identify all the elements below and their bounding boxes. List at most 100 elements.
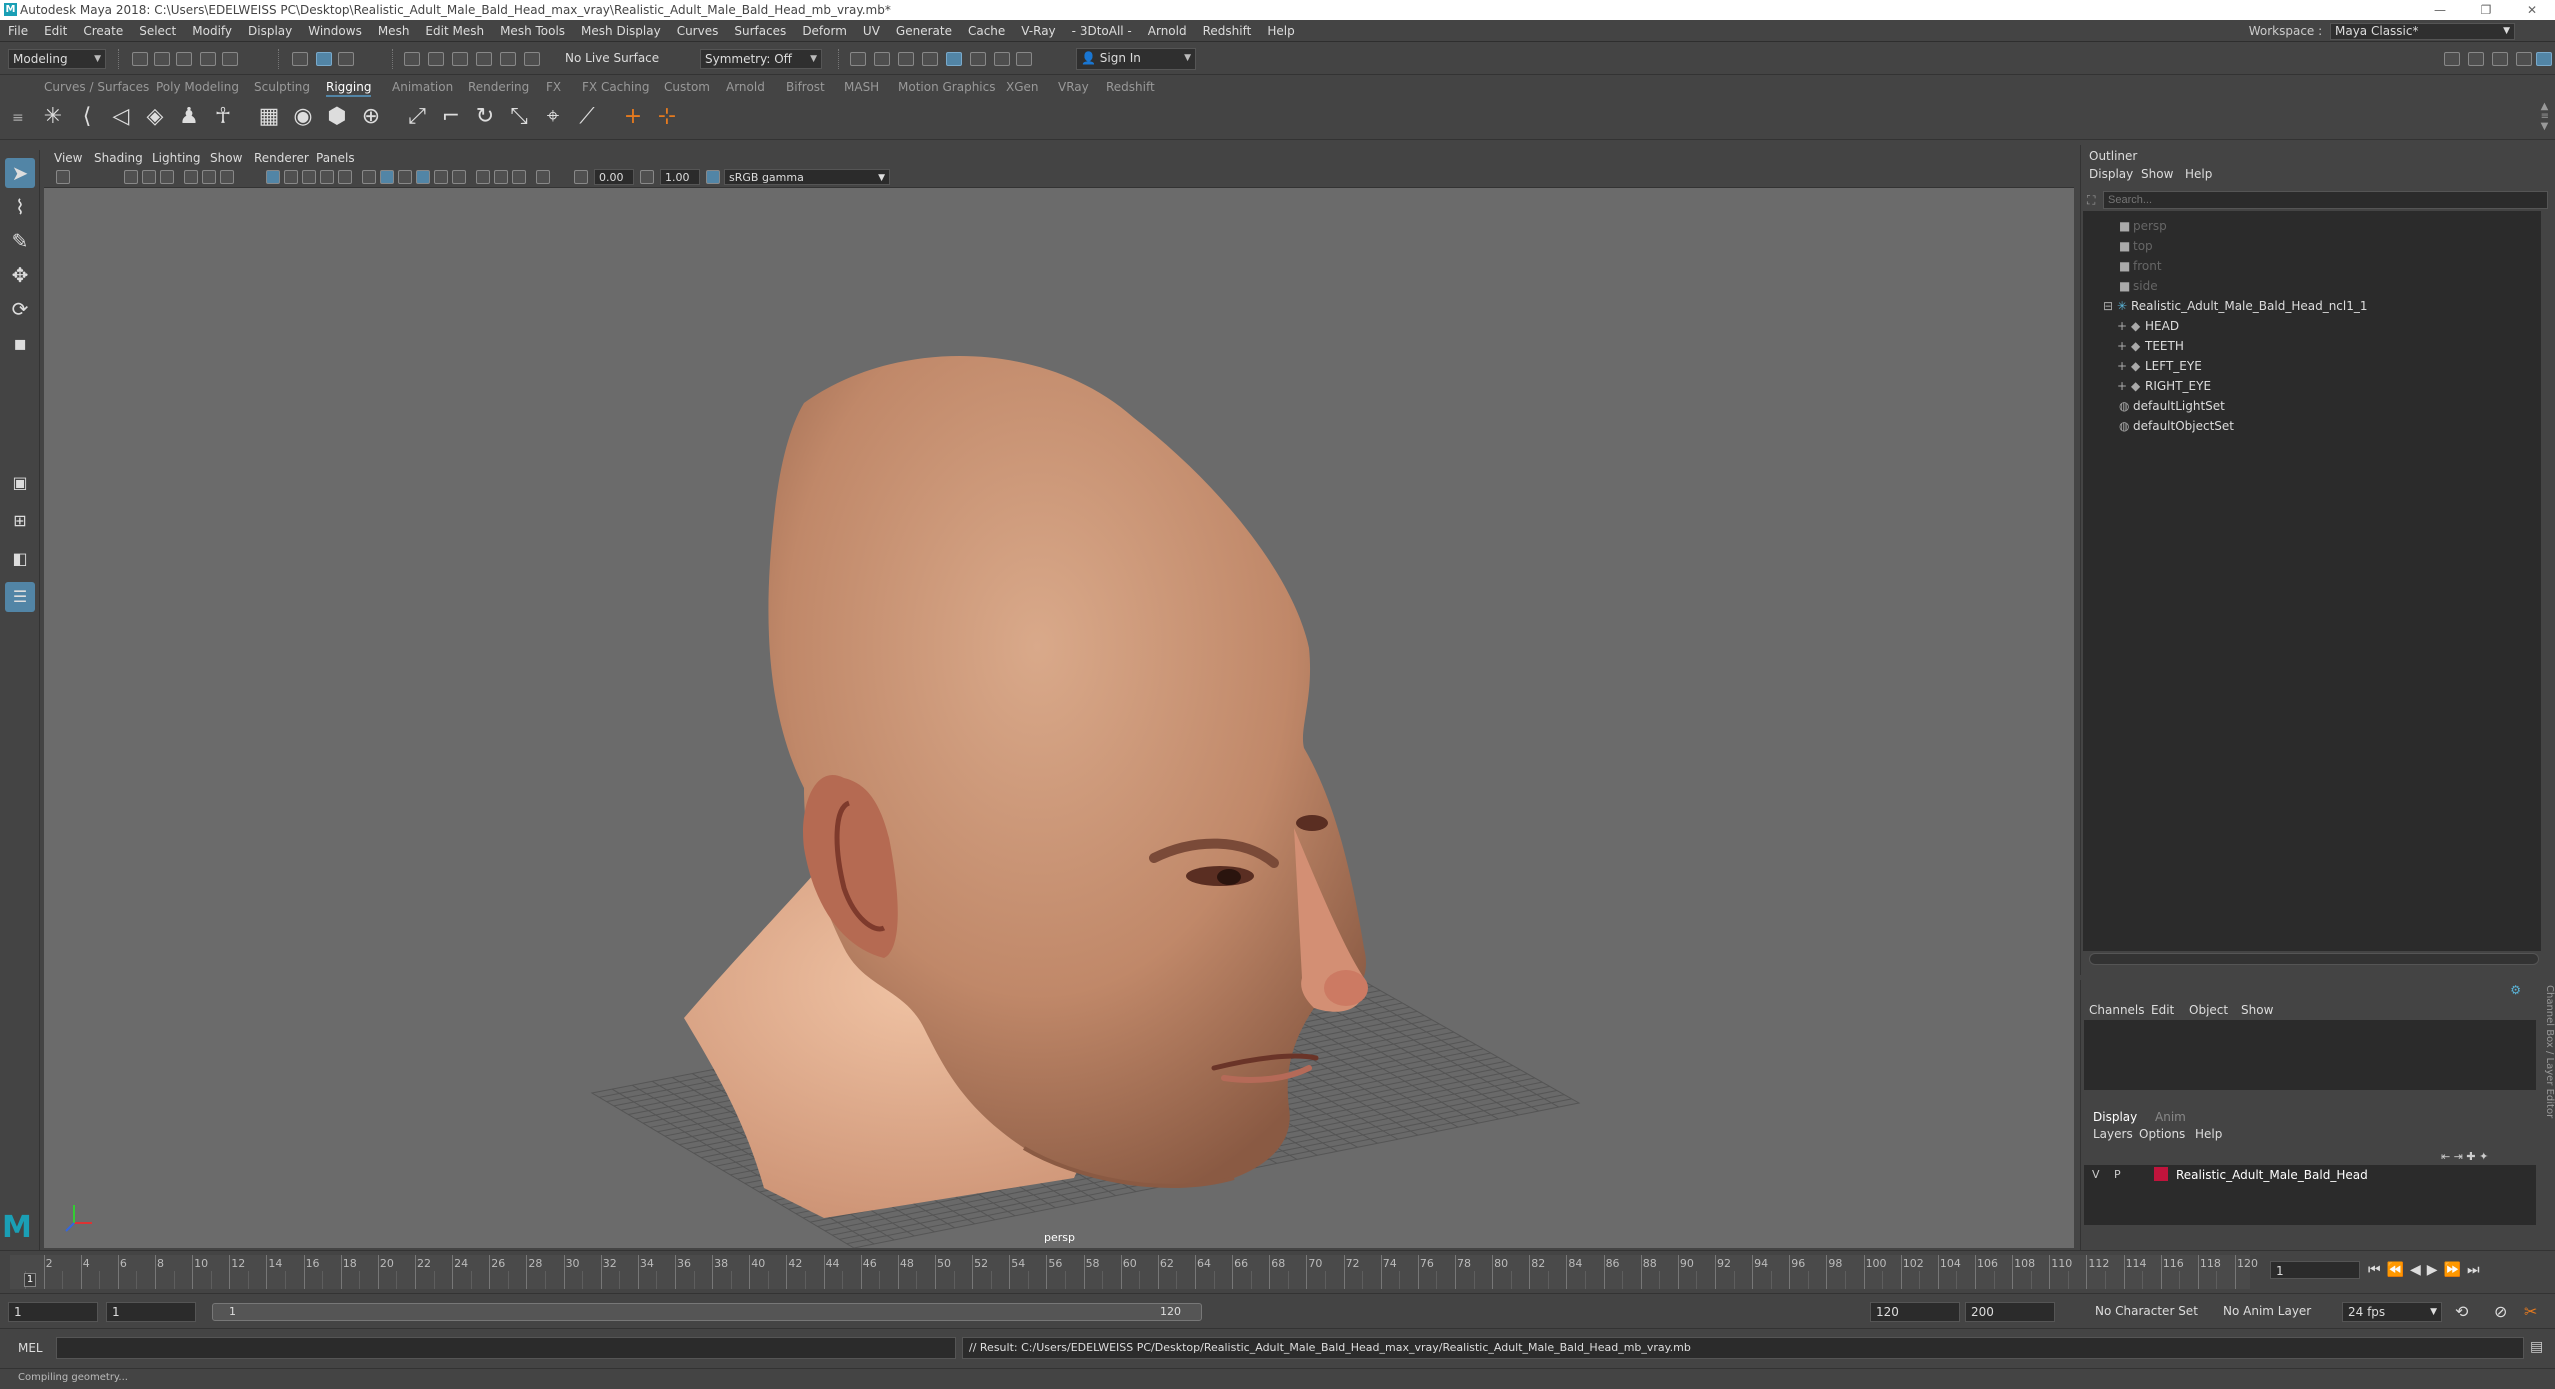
animation-start-field[interactable]: 1 bbox=[8, 1302, 98, 1322]
persp-graph-layout-icon[interactable]: ☰ bbox=[5, 582, 35, 612]
resolution-gate-icon[interactable] bbox=[284, 170, 298, 184]
layer-menu-help[interactable]: Help bbox=[2195, 1127, 2222, 1141]
layer-playback-toggle[interactable]: P bbox=[2114, 1168, 2121, 1181]
select-camera-icon[interactable] bbox=[56, 170, 70, 184]
mode-dropdown[interactable]: Modeling ▼ bbox=[8, 49, 106, 69]
camera-attributes-icon[interactable] bbox=[124, 170, 138, 184]
hypershade-icon[interactable] bbox=[922, 52, 938, 66]
expand-icon[interactable]: + bbox=[2117, 319, 2131, 333]
channel-box-side-tab[interactable]: Channel Box / Layer Editor bbox=[2537, 985, 2555, 1245]
display-layer-list[interactable]: V P Realistic_Adult_Male_Bald_Head bbox=[2084, 1165, 2536, 1225]
viewport-menu-panels[interactable]: Panels bbox=[316, 151, 355, 165]
layer-menu-layers[interactable]: Layers bbox=[2093, 1127, 2133, 1141]
gate-mask-icon[interactable] bbox=[302, 170, 316, 184]
scale-constraint-icon[interactable]: ⤡ bbox=[506, 104, 532, 130]
menu-surfaces[interactable]: Surfaces bbox=[726, 20, 794, 42]
outliner-toggle-icon[interactable] bbox=[2536, 52, 2552, 66]
lasso-tool-icon[interactable]: ⌇ bbox=[5, 192, 35, 222]
command-input[interactable] bbox=[56, 1337, 956, 1359]
perspective-viewport[interactable]: persp bbox=[44, 188, 2074, 1248]
auto-key-icon[interactable]: ⊘ bbox=[2494, 1302, 2507, 1321]
current-frame-field[interactable]: 1 bbox=[2270, 1261, 2360, 1279]
rotate-tool-icon[interactable]: ⟳ bbox=[5, 294, 35, 324]
viewport-menu-lighting[interactable]: Lighting bbox=[152, 151, 201, 165]
menu-file[interactable]: File bbox=[0, 20, 36, 42]
menu-select[interactable]: Select bbox=[131, 20, 184, 42]
channels-menu-channels[interactable]: Channels bbox=[2089, 1003, 2145, 1017]
bind-skin-icon[interactable]: ▦ bbox=[256, 104, 282, 130]
outliner-list[interactable]: ■ persp ■ top ■ front ■ side ⊟ ✳ Realistic_Adu… bbox=[2083, 211, 2541, 951]
two-d-pan-icon[interactable] bbox=[184, 170, 198, 184]
xray-components-icon[interactable] bbox=[512, 170, 526, 184]
tab-display-layers[interactable]: Display bbox=[2093, 1110, 2137, 1124]
menu-mesh-display[interactable]: Mesh Display bbox=[573, 20, 669, 42]
view-transform-dropdown[interactable]: sRGB gamma ▼ bbox=[724, 169, 890, 185]
attribute-editor-icon[interactable] bbox=[2468, 52, 2484, 66]
point-constraint-icon[interactable]: ⌐ bbox=[438, 104, 464, 130]
search-options-icon[interactable]: ⛶ bbox=[2087, 193, 2095, 208]
smooth-bind-icon[interactable]: ◉ bbox=[290, 104, 316, 130]
tool-settings-icon[interactable] bbox=[2492, 52, 2508, 66]
lattice-icon[interactable]: ⬢ bbox=[324, 104, 350, 130]
tab-motion-graphics[interactable]: Motion Graphics bbox=[898, 80, 996, 94]
tab-curves-surfaces[interactable]: Curves / Surfaces bbox=[44, 80, 149, 94]
current-time-marker[interactable]: 1 bbox=[24, 1273, 36, 1287]
layer-menu-options[interactable]: Options bbox=[2139, 1127, 2185, 1141]
tab-fx-caching[interactable]: FX Caching bbox=[582, 80, 649, 94]
vray-render-icon[interactable] bbox=[946, 52, 962, 66]
shelf-scroll-icon[interactable]: ▲ ≡ ▼ bbox=[2541, 102, 2549, 132]
wrap-icon[interactable]: ⊕ bbox=[358, 104, 384, 130]
isolate-select-icon[interactable] bbox=[536, 170, 550, 184]
gamma-icon[interactable] bbox=[640, 170, 654, 184]
default-lighting-icon[interactable] bbox=[398, 170, 412, 184]
grid-icon[interactable] bbox=[220, 170, 234, 184]
outliner-item-side[interactable]: ■ side bbox=[2119, 279, 2158, 293]
tab-anim-layers[interactable]: Anim bbox=[2155, 1110, 2186, 1124]
redo-icon[interactable] bbox=[222, 52, 238, 66]
symmetry-dropdown[interactable]: Symmetry: Off ▼ bbox=[700, 49, 822, 69]
character-set-dropdown[interactable]: No Character Set bbox=[2090, 1302, 2200, 1322]
paint-select-icon[interactable]: ✎ bbox=[5, 226, 35, 256]
snap-point-icon[interactable] bbox=[452, 52, 468, 66]
snap-curve-icon[interactable] bbox=[428, 52, 444, 66]
outliner-item-left-eye[interactable]: + ◆ LEFT_EYE bbox=[2117, 359, 2202, 373]
tab-sculpting[interactable]: Sculpting bbox=[254, 80, 310, 94]
pole-vector-icon[interactable]: ⟋ bbox=[574, 104, 600, 130]
vray-ipr-icon[interactable] bbox=[970, 52, 986, 66]
snap-view-icon[interactable] bbox=[476, 52, 492, 66]
tab-arnold[interactable]: Arnold bbox=[726, 80, 765, 94]
ipr-render-icon[interactable] bbox=[874, 52, 890, 66]
outliner-item-persp[interactable]: ■ persp bbox=[2119, 219, 2167, 233]
snap-live-icon[interactable] bbox=[524, 52, 540, 66]
select-object-icon[interactable] bbox=[316, 52, 332, 66]
expand-icon[interactable]: + bbox=[2117, 339, 2131, 353]
outliner-item-default-light-set[interactable]: ◍ defaultLightSet bbox=[2119, 399, 2225, 413]
menu-display[interactable]: Display bbox=[240, 20, 300, 42]
menu-cache[interactable]: Cache bbox=[960, 20, 1013, 42]
channel-box-area[interactable] bbox=[2084, 1020, 2536, 1090]
bookmarks-icon[interactable] bbox=[142, 170, 156, 184]
layer-name[interactable]: Realistic_Adult_Male_Bald_Head bbox=[2176, 1168, 2368, 1182]
smooth-shade-icon[interactable] bbox=[380, 170, 394, 184]
layer-visibility-toggle[interactable]: V bbox=[2092, 1168, 2100, 1181]
fps-dropdown[interactable]: 24 fps ▼ bbox=[2342, 1302, 2442, 1322]
viewport-menu-view[interactable]: View bbox=[54, 151, 82, 165]
anim-prefs-icon[interactable]: ✂ bbox=[2524, 1302, 2537, 1321]
wireframe-icon[interactable] bbox=[362, 170, 376, 184]
film-gate-icon[interactable] bbox=[266, 170, 280, 184]
channel-box-options-icon[interactable]: ⚙ bbox=[2510, 983, 2521, 997]
menu-vray[interactable]: V-Ray bbox=[1013, 20, 1063, 42]
color-management-icon[interactable] bbox=[706, 170, 720, 184]
maximize-button[interactable]: ❐ bbox=[2463, 0, 2509, 20]
select-component-icon[interactable] bbox=[338, 52, 354, 66]
menu-redshift[interactable]: Redshift bbox=[1195, 20, 1260, 42]
viewport-menu-renderer[interactable]: Renderer bbox=[254, 151, 309, 165]
tab-vray[interactable]: VRay bbox=[1058, 80, 1089, 94]
outliner-search-input[interactable] bbox=[2103, 191, 2548, 209]
shelf-options-icon[interactable]: ≡ bbox=[12, 110, 24, 126]
menu-help[interactable]: Help bbox=[1259, 20, 1302, 42]
workspace-dropdown[interactable]: Maya Classic* ▼ bbox=[2330, 23, 2515, 40]
menu-generate[interactable]: Generate bbox=[888, 20, 960, 42]
layer-color-swatch[interactable] bbox=[2154, 1167, 2168, 1181]
orient-constraint-icon[interactable]: ↻ bbox=[472, 104, 498, 130]
